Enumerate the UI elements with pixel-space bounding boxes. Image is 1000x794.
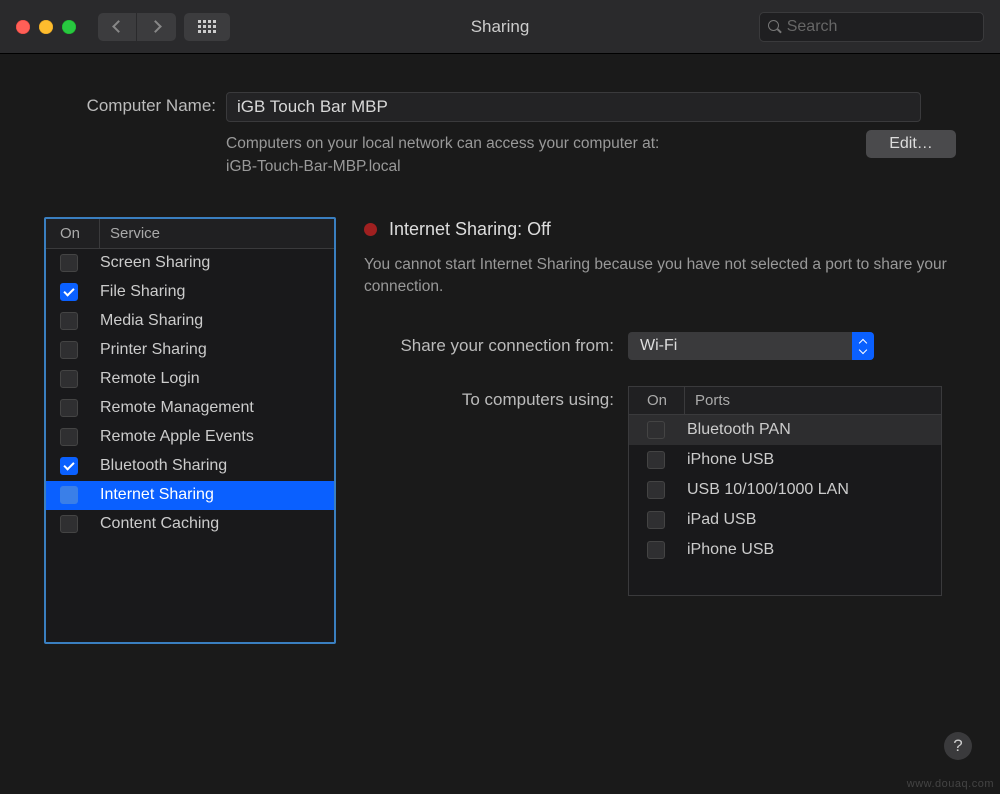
- service-label: Bluetooth Sharing: [100, 457, 227, 475]
- port-checkbox[interactable]: [647, 541, 665, 559]
- search-input[interactable]: [787, 18, 975, 36]
- share-from-label: Share your connection from:: [364, 336, 628, 356]
- service-checkbox[interactable]: [60, 341, 78, 359]
- service-row[interactable]: Bluetooth Sharing: [46, 452, 334, 481]
- service-label: Internet Sharing: [100, 486, 214, 504]
- port-row[interactable]: iPad USB: [629, 505, 941, 535]
- port-label: USB 10/100/1000 LAN: [687, 481, 849, 499]
- service-label: Content Caching: [100, 515, 219, 533]
- computer-name-label: Computer Name:: [44, 92, 226, 179]
- edit-button[interactable]: Edit…: [866, 130, 956, 158]
- service-checkbox[interactable]: [60, 428, 78, 446]
- port-checkbox[interactable]: [647, 511, 665, 529]
- computer-name-value: iGB Touch Bar MBP: [237, 97, 388, 117]
- ports-header-name: Ports: [685, 392, 730, 409]
- service-label: Media Sharing: [100, 312, 203, 330]
- service-checkbox[interactable]: [60, 399, 78, 417]
- main-panel: On Service Screen Sharing File Sharing Med…: [0, 197, 1000, 644]
- service-checkbox[interactable]: [60, 457, 78, 475]
- back-button[interactable]: [98, 13, 137, 41]
- service-checkbox[interactable]: [60, 254, 78, 272]
- port-row[interactable]: USB 10/100/1000 LAN: [629, 475, 941, 505]
- computer-name-field[interactable]: iGB Touch Bar MBP: [226, 92, 921, 122]
- ports-header: On Ports: [629, 387, 941, 415]
- share-from-dropdown[interactable]: Wi-Fi: [628, 332, 874, 360]
- status-title: Internet Sharing: Off: [389, 219, 551, 240]
- forward-button[interactable]: [137, 13, 176, 41]
- share-from-value: Wi-Fi: [640, 337, 677, 355]
- service-row[interactable]: Screen Sharing: [46, 249, 334, 278]
- services-header-name: Service: [100, 225, 160, 242]
- grid-icon: [198, 20, 216, 33]
- search-field[interactable]: [759, 12, 984, 42]
- ports-list: On Ports Bluetooth PAN iPhone USB USB 10/1…: [628, 386, 942, 596]
- service-label: Remote Apple Events: [100, 428, 254, 446]
- chevron-right-icon: [149, 20, 162, 33]
- service-detail: Internet Sharing: Off You cannot start I…: [364, 217, 956, 644]
- port-row[interactable]: iPhone USB: [629, 445, 941, 475]
- computer-name-section: Computer Name: iGB Touch Bar MBP Compute…: [0, 54, 1000, 197]
- port-checkbox[interactable]: [647, 451, 665, 469]
- service-checkbox[interactable]: [60, 370, 78, 388]
- ports-header-on: On: [629, 387, 685, 414]
- service-row[interactable]: Media Sharing: [46, 307, 334, 336]
- service-checkbox[interactable]: [60, 312, 78, 330]
- to-using-label: To computers using:: [364, 386, 628, 410]
- chevron-left-icon: [112, 20, 125, 33]
- port-label: Bluetooth PAN: [687, 421, 791, 439]
- dropdown-arrows-icon: [852, 332, 874, 360]
- service-row[interactable]: Remote Login: [46, 365, 334, 394]
- show-all-button[interactable]: [184, 13, 230, 41]
- nav-segment: [98, 13, 176, 41]
- service-row[interactable]: File Sharing: [46, 278, 334, 307]
- search-icon: [768, 20, 781, 34]
- service-row[interactable]: Remote Apple Events: [46, 423, 334, 452]
- port-checkbox[interactable]: [647, 481, 665, 499]
- port-label: iPhone USB: [687, 451, 774, 469]
- status-indicator-icon: [364, 223, 377, 236]
- service-row[interactable]: Printer Sharing: [46, 336, 334, 365]
- service-checkbox[interactable]: [60, 515, 78, 533]
- service-label: File Sharing: [100, 283, 185, 301]
- service-label: Remote Login: [100, 370, 200, 388]
- service-checkbox[interactable]: [60, 486, 78, 504]
- service-label: Printer Sharing: [100, 341, 207, 359]
- service-row[interactable]: Content Caching: [46, 510, 334, 539]
- services-header: On Service: [46, 219, 334, 249]
- port-label: iPad USB: [687, 511, 756, 529]
- services-list: On Service Screen Sharing File Sharing Med…: [44, 217, 336, 644]
- port-checkbox[interactable]: [647, 421, 665, 439]
- status-message: You cannot start Internet Sharing becaus…: [364, 254, 956, 299]
- port-row[interactable]: iPhone USB: [629, 535, 941, 565]
- port-row[interactable]: Bluetooth PAN: [629, 415, 941, 445]
- port-label: iPhone USB: [687, 541, 774, 559]
- titlebar: Sharing: [0, 0, 1000, 54]
- service-row[interactable]: Internet Sharing: [46, 481, 334, 510]
- services-header-on: On: [46, 219, 100, 248]
- minimize-window-button[interactable]: [39, 20, 53, 34]
- window-controls: [16, 20, 76, 34]
- computer-name-description: Computers on your local network can acce…: [226, 132, 846, 179]
- service-row[interactable]: Remote Management: [46, 394, 334, 423]
- service-label: Remote Management: [100, 399, 254, 417]
- service-checkbox[interactable]: [60, 283, 78, 301]
- close-window-button[interactable]: [16, 20, 30, 34]
- service-label: Screen Sharing: [100, 254, 210, 272]
- help-button[interactable]: ?: [944, 732, 972, 760]
- watermark: www.douaq.com: [907, 778, 994, 790]
- zoom-window-button[interactable]: [62, 20, 76, 34]
